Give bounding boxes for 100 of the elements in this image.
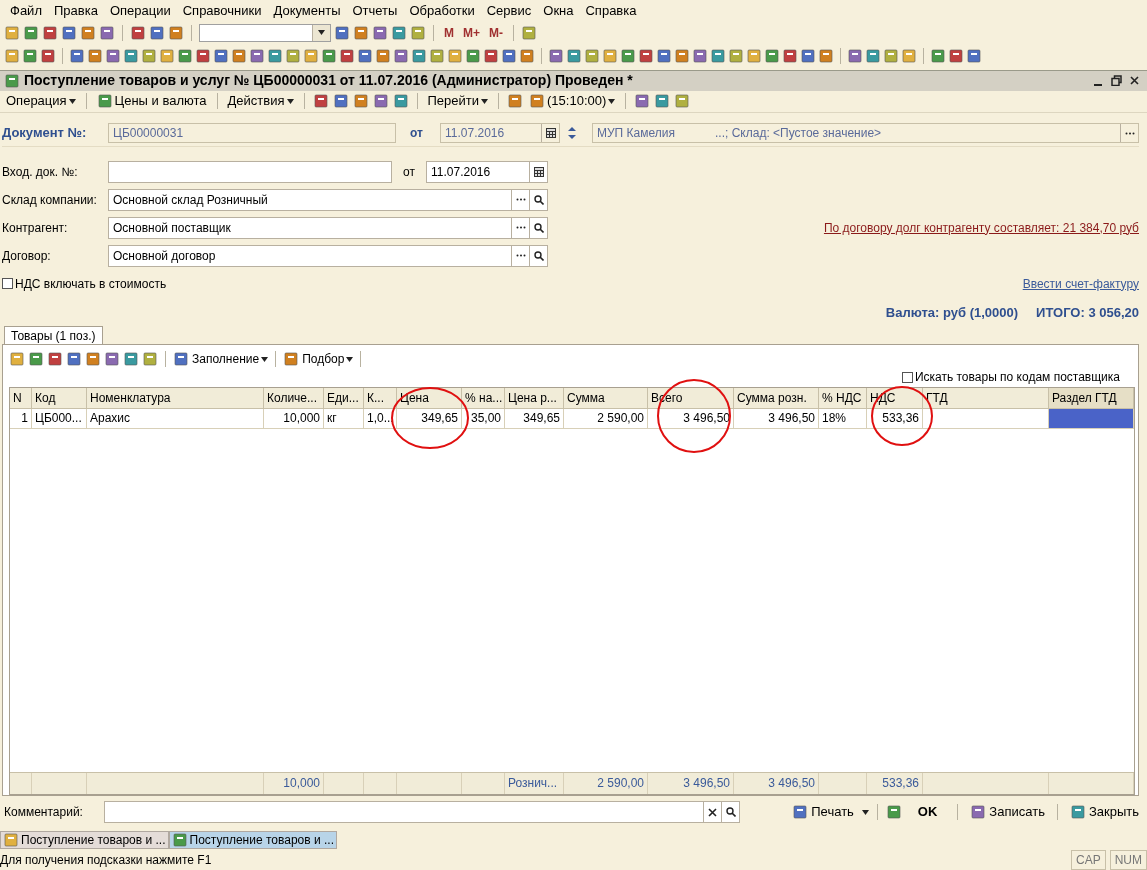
tool-icon[interactable] [69, 47, 85, 64]
menu-item[interactable]: Справочники [176, 0, 268, 21]
caret-icon[interactable] [861, 809, 869, 815]
column-header[interactable]: Номенклатура [87, 388, 264, 409]
tool-icon[interactable] [177, 47, 193, 64]
input-field[interactable] [108, 160, 392, 183]
tool-icon[interactable] [303, 47, 319, 64]
number-field[interactable]: ЦБ00000031 [108, 123, 396, 143]
tool-icon[interactable] [23, 24, 39, 41]
tool-icon[interactable] [948, 47, 964, 64]
tool-icon[interactable] [847, 47, 863, 64]
tool-icon[interactable] [352, 93, 369, 109]
column-header[interactable]: Сумма [564, 388, 648, 409]
column-header[interactable]: % НДС [819, 388, 867, 409]
caret-icon[interactable] [346, 356, 354, 362]
tool-icon[interactable] [66, 351, 82, 367]
tool-icon[interactable] [519, 47, 535, 64]
tool-icon[interactable] [353, 24, 369, 41]
restore-icon[interactable] [1111, 75, 1122, 86]
caret-icon[interactable] [261, 356, 269, 362]
menu-button[interactable]: Действия [225, 91, 296, 111]
tool-icon[interactable] [566, 47, 582, 64]
search-icon[interactable] [725, 807, 736, 817]
tool-icon[interactable] [674, 47, 690, 64]
tool-icon[interactable] [123, 351, 139, 367]
clear-icon[interactable] [708, 807, 717, 817]
tool-icon[interactable] [818, 47, 834, 64]
tool-icon[interactable] [105, 47, 121, 64]
tool-icon[interactable] [231, 47, 247, 64]
dots-icon[interactable] [515, 198, 526, 201]
tool-icon[interactable] [901, 47, 917, 64]
close-button[interactable]: Закрыть [1065, 802, 1143, 822]
tool-icon[interactable] [411, 47, 427, 64]
tool-icon[interactable] [130, 24, 146, 41]
tool-icon[interactable] [728, 47, 744, 64]
search-icon[interactable] [533, 222, 544, 233]
tool-icon[interactable] [602, 47, 618, 64]
invoice-link[interactable]: Ввести счет-фактуру [1022, 274, 1139, 293]
tool-icon[interactable] [42, 24, 58, 41]
column-header[interactable]: Код [32, 388, 87, 409]
tool-icon[interactable] [966, 47, 982, 64]
tool-icon[interactable] [213, 47, 229, 64]
menu-item[interactable]: Правка [47, 0, 104, 21]
menu-item[interactable]: Обработки [403, 0, 481, 21]
menu-item[interactable]: Окна [537, 0, 580, 21]
tool-icon[interactable] [332, 93, 349, 109]
caret-icon[interactable] [481, 98, 488, 104]
menu-item[interactable]: Файл [4, 0, 48, 21]
tool-icon[interactable] [61, 24, 77, 41]
tool-icon[interactable] [393, 47, 409, 64]
menu-button[interactable]: Подбор [302, 350, 354, 368]
tool-icon[interactable] [883, 47, 899, 64]
tool-icon[interactable] [638, 47, 654, 64]
menu-item[interactable]: Документы [267, 0, 347, 21]
tool-icon[interactable] [99, 24, 115, 41]
memory-button[interactable]: M [441, 23, 457, 42]
tool-icon[interactable] [656, 47, 672, 64]
menu-item[interactable]: Сервис [480, 0, 538, 21]
calendar-icon[interactable] [533, 166, 544, 177]
spin-icon[interactable] [568, 126, 576, 140]
caret-icon[interactable] [286, 98, 294, 104]
column-header[interactable]: Еди... [324, 388, 364, 409]
tool-icon[interactable] [654, 93, 671, 109]
column-header[interactable]: Сумма розн. [734, 388, 819, 409]
column-header[interactable]: Цена [397, 388, 462, 409]
tool-icon[interactable] [620, 47, 636, 64]
dots-icon[interactable] [515, 254, 526, 257]
menu-item[interactable]: Справка [579, 0, 643, 21]
menu-button[interactable]: Заполнение [192, 350, 269, 368]
menu-button[interactable]: Операция [4, 91, 78, 111]
tool-icon[interactable] [142, 351, 158, 367]
tool-icon[interactable] [104, 351, 120, 367]
caret-icon[interactable] [68, 98, 76, 104]
tool-icon[interactable] [357, 47, 373, 64]
input-field[interactable]: Основной договор [108, 244, 548, 267]
tool-icon[interactable] [267, 47, 283, 64]
tool-icon[interactable] [746, 47, 762, 64]
dots-icon[interactable] [1124, 131, 1135, 135]
tool-icon[interactable] [692, 47, 708, 64]
tool-icon[interactable] [321, 47, 337, 64]
tool-icon[interactable] [710, 47, 726, 64]
supplier-checkbox[interactable]: Искать товары по кодам поставщика [901, 369, 1132, 385]
tool-icon[interactable] [548, 47, 564, 64]
tool-icon[interactable] [465, 47, 481, 64]
tool-icon[interactable] [4, 24, 20, 41]
save-button[interactable]: Записать [966, 802, 1049, 822]
tool-icon[interactable] [865, 47, 881, 64]
memory-button[interactable]: M- [486, 23, 506, 42]
tool-icon[interactable] [47, 351, 63, 367]
tool-icon[interactable] [375, 47, 391, 64]
column-header[interactable]: К... [364, 388, 397, 409]
date-field[interactable]: 11.07.2016 [426, 160, 548, 183]
column-header[interactable]: Цена р... [505, 388, 564, 409]
tool-icon[interactable] [141, 47, 157, 64]
search-icon[interactable] [533, 250, 544, 261]
tool-icon[interactable] [391, 24, 407, 41]
tool-icon[interactable] [447, 47, 463, 64]
tool-icon[interactable] [168, 24, 184, 41]
tool-icon[interactable] [634, 93, 651, 109]
tool-icon[interactable] [674, 93, 691, 109]
